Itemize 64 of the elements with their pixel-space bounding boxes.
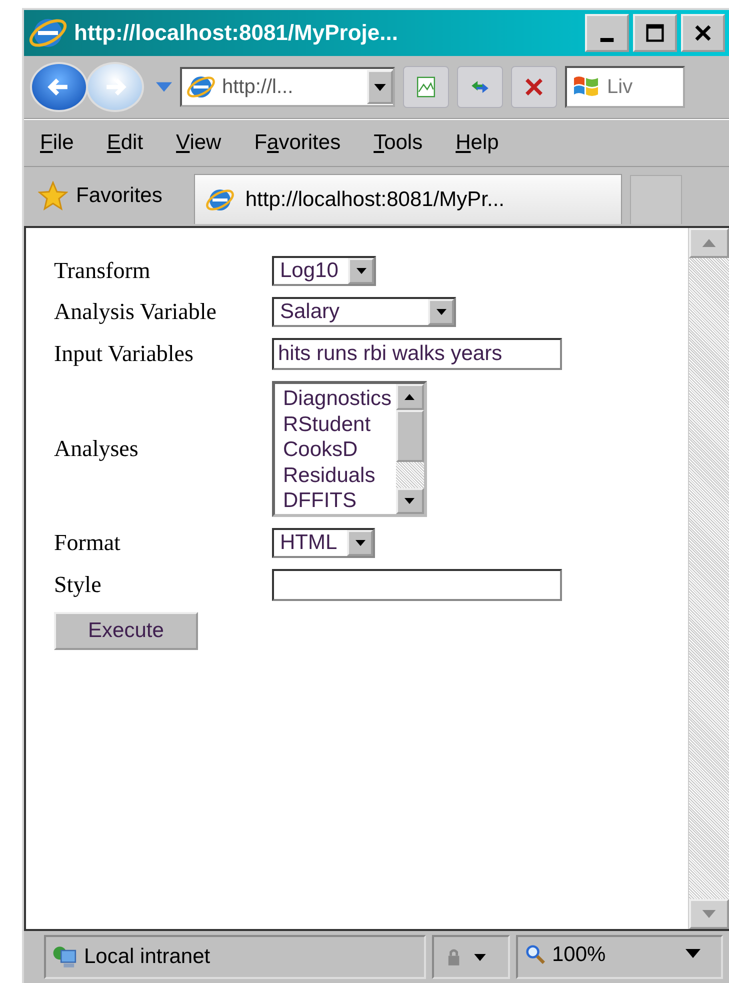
- caret-icon: [404, 498, 416, 504]
- field-label: Format: [54, 530, 120, 556]
- scroll-thumb[interactable]: [396, 410, 424, 462]
- caret-icon: [474, 954, 486, 960]
- list-option[interactable]: CooksD: [283, 437, 392, 462]
- field-label: Analyses: [54, 436, 138, 462]
- menu-item[interactable]: Favorites: [254, 131, 341, 155]
- menu-item[interactable]: View: [176, 131, 222, 155]
- status-zone: Local intranet: [44, 935, 426, 979]
- magnifier-icon: [524, 943, 546, 965]
- caret-icon: [685, 949, 701, 958]
- back-button[interactable]: [30, 62, 88, 112]
- list-option[interactable]: Diagnostics: [283, 386, 392, 412]
- field-label: Input Variables: [54, 341, 194, 367]
- star-icon: [38, 180, 68, 210]
- menu-item[interactable]: File: [40, 131, 74, 155]
- dropdown-button[interactable]: [348, 258, 374, 284]
- scroll-down-button[interactable]: [396, 488, 424, 514]
- maximize-icon: [644, 22, 666, 44]
- favorites-button[interactable]: Favorites: [30, 170, 170, 222]
- field-label: Analysis Variable: [54, 299, 216, 325]
- address-text: http://l...: [222, 76, 294, 98]
- window-title: http://localhost:8081/MyProje...: [74, 20, 399, 46]
- minimize-button[interactable]: [585, 14, 629, 52]
- menu-item[interactable]: Edit: [106, 131, 144, 155]
- scrollbar[interactable]: [396, 384, 424, 514]
- address-bar[interactable]: http://l...: [180, 67, 395, 107]
- execute-button[interactable]: Execute: [54, 612, 198, 650]
- stop-icon[interactable]: [511, 66, 557, 108]
- menu-item[interactable]: Help: [456, 131, 499, 155]
- dropdown-button[interactable]: [347, 530, 374, 556]
- list-option[interactable]: Residuals: [283, 462, 392, 488]
- menu-item[interactable]: Tools: [374, 131, 423, 155]
- dropdown-field[interactable]: Salary: [272, 297, 456, 327]
- dropdown-caret-icon[interactable]: [156, 82, 172, 92]
- list-option[interactable]: RStudent: [283, 412, 392, 437]
- dropdown-field[interactable]: HTML: [272, 528, 376, 558]
- field-label: Style: [54, 572, 102, 598]
- minimize-icon: [600, 38, 614, 42]
- text-input-field[interactable]: hits runs rbi walks years: [272, 338, 562, 370]
- caret-up-icon: [702, 239, 716, 247]
- search-field[interactable]: Liv: [565, 66, 685, 108]
- scroll-up-button[interactable]: [396, 384, 424, 410]
- refresh-icon[interactable]: [457, 66, 503, 108]
- page-icon[interactable]: [403, 66, 449, 108]
- dropdown-field[interactable]: Log10: [272, 256, 376, 286]
- caret-icon: [354, 540, 366, 546]
- caret-icon: [436, 309, 446, 315]
- caret-up-icon: [404, 394, 416, 400]
- field-label: Transform: [54, 258, 150, 284]
- caret-icon: [702, 910, 716, 918]
- caret-icon: [374, 84, 386, 90]
- scroll-track[interactable]: [396, 462, 424, 488]
- security-button[interactable]: [432, 935, 510, 979]
- dropdown-button[interactable]: [367, 70, 393, 104]
- text-input-field[interactable]: [272, 569, 562, 601]
- dropdown-button[interactable]: [428, 299, 454, 325]
- list-option[interactable]: DFFITS: [283, 488, 392, 514]
- network-computer-icon: [52, 944, 78, 970]
- zoom-button[interactable]: 100%: [516, 935, 723, 979]
- browser-tab[interactable]: http://localhost:8081/MyPr...: [194, 174, 622, 224]
- caret-icon: [356, 268, 367, 274]
- close-button[interactable]: [681, 14, 725, 52]
- maximize-button[interactable]: [633, 14, 677, 52]
